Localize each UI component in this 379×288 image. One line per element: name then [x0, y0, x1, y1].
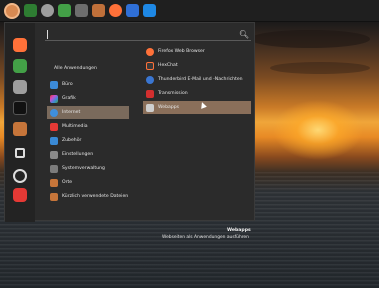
- description-title: Webapps: [227, 228, 251, 233]
- search-icon: 🔍︎: [238, 30, 249, 39]
- app-label: Thunderbird E-Mail und -Nachrichten: [158, 77, 243, 82]
- settings-icon: [50, 150, 58, 159]
- folder-icon[interactable]: [92, 4, 105, 17]
- app-hexchat[interactable]: HexChat: [143, 59, 251, 72]
- logout-icon[interactable]: [13, 169, 27, 183]
- app-label: HexChat: [158, 63, 178, 68]
- category-label: Multimedia: [62, 124, 88, 129]
- terminal-icon[interactable]: [13, 101, 27, 115]
- accessories-icon: [50, 136, 58, 145]
- terminal-icon[interactable]: [24, 4, 37, 17]
- firefox-icon: [146, 47, 154, 56]
- category-label: Systemverwaltung: [62, 166, 105, 171]
- recent-files-icon: [50, 192, 58, 201]
- app-label: Firefox Web Browser: [158, 49, 205, 54]
- places-icon: [50, 178, 58, 187]
- power-icon[interactable]: [13, 188, 27, 202]
- window-icon[interactable]: [143, 4, 156, 17]
- software-icon[interactable]: [58, 4, 71, 17]
- hexchat-icon: [146, 61, 154, 70]
- category-label: Kürzlich verwendete Dateien: [62, 194, 129, 199]
- thunderbird-icon: [146, 75, 154, 84]
- files-icon[interactable]: [75, 4, 88, 17]
- app-thunderbird[interactable]: Thunderbird E-Mail und -Nachrichten: [143, 73, 251, 86]
- administration-icon: [50, 164, 58, 173]
- category-label: Grafik: [62, 96, 76, 101]
- app-transmission[interactable]: Transmission: [143, 87, 251, 100]
- search-input[interactable]: 🔍︎: [45, 29, 251, 41]
- category-places[interactable]: Orte: [47, 176, 129, 189]
- app-firefox[interactable]: Firefox Web Browser: [143, 45, 251, 58]
- category-label: Büro: [62, 82, 73, 87]
- graphics-icon: [50, 94, 58, 103]
- category-all-applications[interactable]: Alle Anwendungen: [54, 66, 97, 71]
- description-text: Webseiten als Anwendungen ausführen: [162, 235, 249, 240]
- category-settings[interactable]: Einstellungen: [47, 148, 129, 161]
- category-office[interactable]: Büro: [47, 78, 129, 91]
- category-label: Einstellungen: [62, 152, 94, 157]
- category-accessories[interactable]: Zubehör: [47, 134, 129, 147]
- multimedia-icon: [50, 122, 58, 131]
- office-icon: [50, 80, 58, 89]
- lock-icon[interactable]: [15, 148, 25, 158]
- app-label: Transmission: [158, 91, 188, 96]
- system-settings-icon[interactable]: [13, 80, 27, 94]
- favorites-bar: [5, 23, 35, 222]
- menu-icon[interactable]: [4, 2, 20, 19]
- firefox-icon[interactable]: [109, 4, 122, 17]
- category-label: Internet: [62, 110, 81, 115]
- transmission-icon: [146, 89, 154, 98]
- webapps-icon: [146, 103, 154, 112]
- app-label: Webapps: [158, 105, 180, 110]
- application-menu: 🔍︎ Alle Anwendungen Büro Grafik Internet…: [4, 22, 255, 240]
- internet-icon: [50, 108, 58, 117]
- category-graphics[interactable]: Grafik: [47, 92, 129, 105]
- firefox-icon[interactable]: [13, 38, 27, 52]
- category-label: Zubehör: [62, 138, 82, 143]
- wallpaper-cloud: [250, 30, 370, 48]
- text-caret: [47, 30, 48, 39]
- software-icon[interactable]: [13, 59, 27, 73]
- files-icon[interactable]: [13, 122, 27, 136]
- system-settings-icon[interactable]: [41, 4, 54, 17]
- top-panel: [0, 0, 379, 22]
- category-internet[interactable]: Internet: [47, 106, 129, 119]
- app-webapps[interactable]: Webapps: [143, 101, 251, 114]
- category-administration[interactable]: Systemverwaltung: [47, 162, 129, 175]
- category-recent-files[interactable]: Kürzlich verwendete Dateien: [47, 190, 129, 203]
- calendar-icon[interactable]: [126, 4, 139, 17]
- category-label: Orte: [62, 180, 73, 185]
- category-multimedia[interactable]: Multimedia: [47, 120, 129, 133]
- wallpaper-cloud: [270, 62, 370, 74]
